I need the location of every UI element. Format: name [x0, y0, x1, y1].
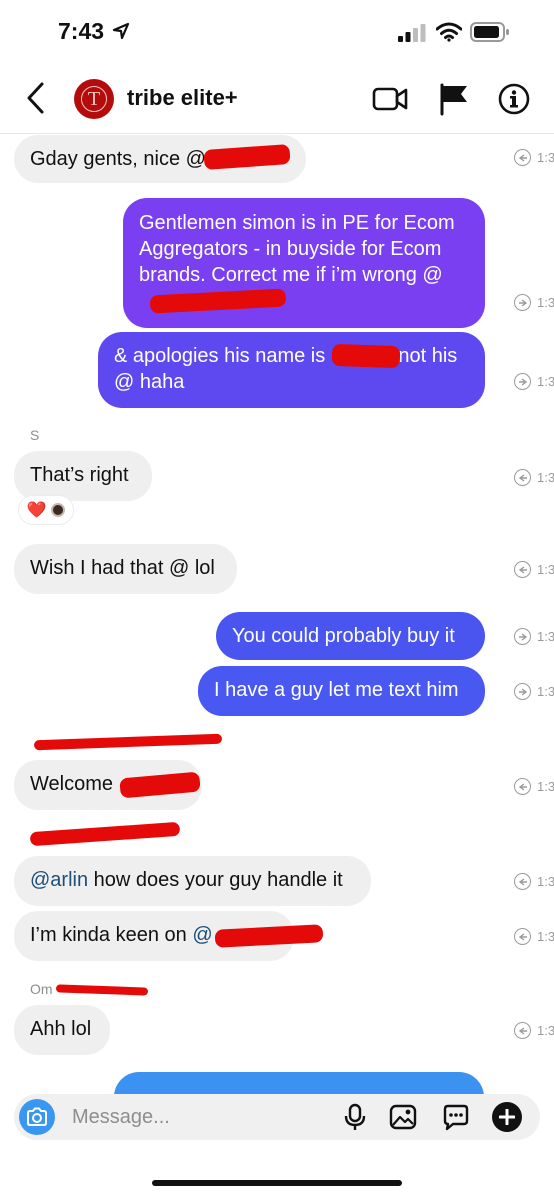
message-timestamp: 1:3	[537, 562, 554, 577]
message-timestamp: 1:3	[537, 150, 554, 165]
gallery-icon[interactable]	[389, 1103, 417, 1131]
chat-title[interactable]: tribe elite+	[127, 85, 238, 111]
status-time: 7:43	[58, 18, 105, 44]
reply-icon[interactable]	[514, 149, 531, 166]
reply-icon[interactable]	[514, 294, 531, 311]
plus-icon	[499, 1109, 515, 1125]
message-timestamp: 1:3	[537, 295, 554, 310]
redaction-mark	[29, 821, 181, 847]
sender-name: Om	[30, 981, 53, 997]
reply-icon[interactable]	[514, 873, 531, 890]
message-bubble[interactable]: Wish I had that @ lol	[14, 544, 237, 594]
add-button[interactable]	[492, 1102, 522, 1132]
reactor-avatar	[51, 503, 66, 517]
message-reaction[interactable]: ❤️	[18, 495, 74, 525]
message-bubble[interactable]: Ahh lol	[14, 1005, 110, 1055]
reply-icon[interactable]	[514, 683, 531, 700]
wifi-icon	[436, 22, 462, 42]
message-timestamp: 1:3	[537, 374, 554, 389]
message-bubble[interactable]: & apologies his name is not his @ haha	[98, 332, 485, 408]
redaction-mark	[55, 984, 149, 996]
reply-icon[interactable]	[514, 373, 531, 390]
reply-icon[interactable]	[514, 778, 531, 795]
avatar-letter: T	[81, 86, 107, 112]
camera-button[interactable]	[19, 1099, 55, 1135]
reply-icon[interactable]	[514, 628, 531, 645]
message-composer[interactable]: Message...	[14, 1094, 540, 1140]
message-timestamp: 1:3	[537, 1023, 554, 1038]
reply-icon[interactable]	[514, 561, 531, 578]
reply-icon[interactable]	[514, 469, 531, 486]
message-bubble[interactable]: That’s right	[14, 451, 152, 501]
reply-icon[interactable]	[514, 1022, 531, 1039]
message-timestamp: 1:3	[537, 779, 554, 794]
group-avatar[interactable]: T	[74, 79, 114, 119]
redaction-mark	[331, 343, 401, 369]
microphone-icon[interactable]	[341, 1103, 369, 1131]
video-call-icon[interactable]	[372, 82, 408, 116]
flag-icon[interactable]	[436, 82, 472, 116]
message-bubble[interactable]: @arlin how does your guy handle it	[14, 856, 371, 906]
message-bubble[interactable]: I have a guy let me text him	[198, 666, 485, 716]
message-thread[interactable]: Gday gents, nice @ 1:3 Gentlemen simon i…	[0, 135, 554, 1085]
redaction-mark	[33, 733, 223, 751]
location-arrow-icon	[112, 22, 130, 40]
heart-reaction-icon: ❤️	[26, 502, 47, 519]
message-timestamp: 1:3	[537, 629, 554, 644]
cellular-signal-icon	[398, 24, 426, 42]
chat-header: T tribe elite+	[0, 62, 554, 134]
sticker-chat-icon[interactable]	[442, 1103, 470, 1131]
message-timestamp: 1:3	[537, 684, 554, 699]
message-input[interactable]: Message...	[72, 1106, 170, 1129]
battery-icon	[470, 22, 509, 42]
status-bar: 7:43	[0, 0, 554, 62]
message-bubble[interactable]: You could probably buy it	[216, 612, 485, 660]
back-chevron-icon[interactable]	[22, 80, 52, 116]
home-indicator	[152, 1180, 402, 1186]
message-timestamp: 1:3	[537, 929, 554, 944]
reply-icon[interactable]	[514, 928, 531, 945]
sender-name: S	[30, 427, 40, 443]
info-icon[interactable]	[496, 82, 532, 116]
message-timestamp: 1:3	[537, 874, 554, 889]
camera-icon	[27, 1107, 47, 1126]
message-timestamp: 1:3	[537, 470, 554, 485]
